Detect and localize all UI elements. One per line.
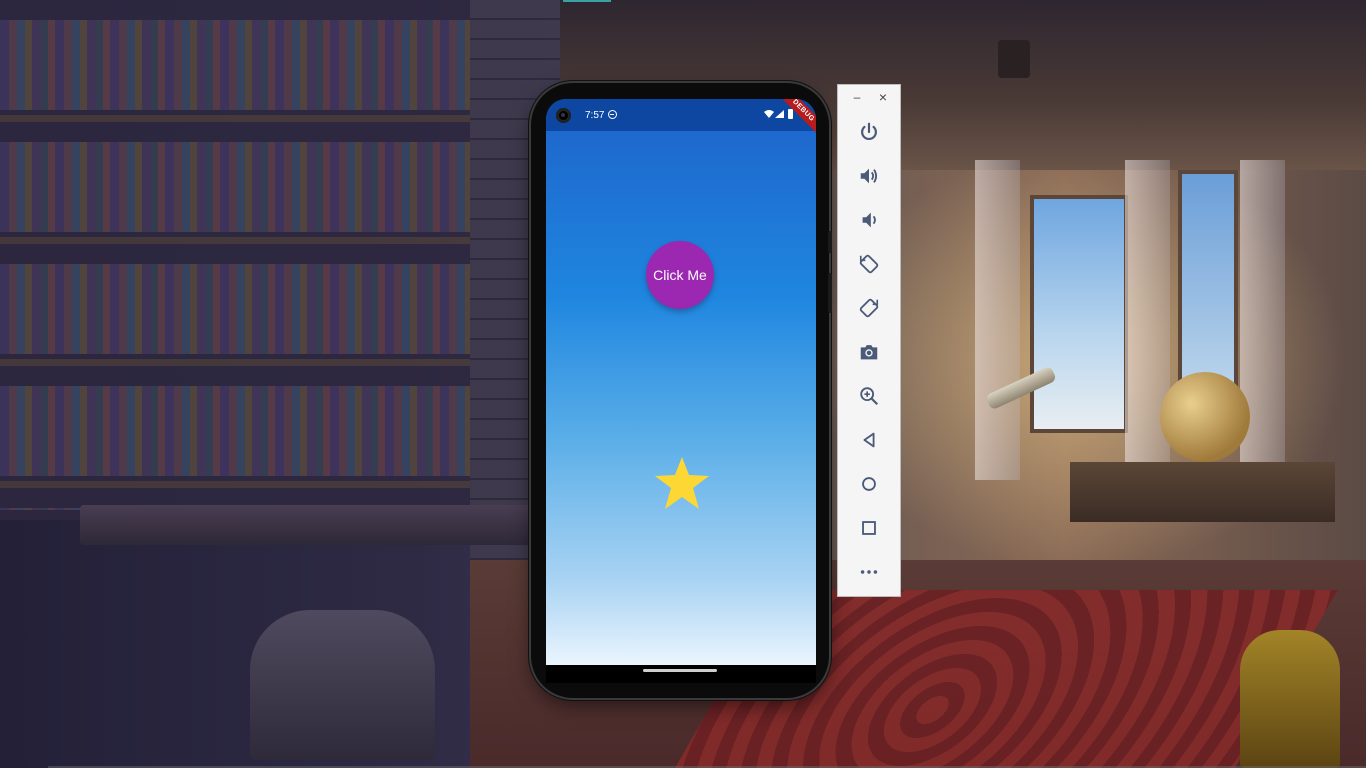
rotate-left-icon — [859, 254, 879, 274]
wallpaper-chest — [250, 610, 435, 760]
phone-side-button — [828, 273, 832, 313]
emulator-toolbar: – × — [837, 84, 901, 597]
signal-icon — [775, 110, 784, 118]
power-icon — [861, 122, 877, 141]
minimize-icon[interactable]: – — [851, 90, 863, 104]
data-saver-icon — [608, 110, 617, 119]
more-button[interactable] — [855, 558, 883, 586]
rotate-left-button[interactable] — [855, 250, 883, 278]
volume-down-button[interactable] — [855, 206, 883, 234]
front-camera — [556, 108, 571, 123]
status-bar: 7:57 DEBUG — [546, 99, 816, 138]
rotate-right-icon — [859, 298, 879, 318]
back-button[interactable] — [855, 426, 883, 454]
overview-icon — [862, 521, 876, 535]
volume-down-icon — [862, 212, 876, 228]
screenshot-button[interactable] — [855, 338, 883, 366]
debug-banner: DEBUG — [776, 99, 816, 138]
star-icon — [655, 457, 709, 509]
status-time: 7:57 — [585, 110, 605, 121]
taskbar-accent — [563, 0, 611, 2]
zoom-button[interactable] — [855, 382, 883, 410]
wallpaper-curtain — [975, 160, 1020, 480]
more-icon — [860, 570, 878, 574]
wallpaper-window — [1030, 195, 1128, 433]
wallpaper-books — [0, 0, 470, 510]
home-indicator[interactable] — [643, 669, 717, 672]
close-icon[interactable]: × — [876, 90, 890, 104]
battery-icon — [788, 109, 793, 119]
volume-up-button[interactable] — [855, 162, 883, 190]
phone-side-button — [828, 231, 832, 253]
power-button[interactable] — [855, 118, 883, 146]
wifi-icon — [764, 110, 774, 118]
back-icon — [863, 432, 875, 448]
wallpaper-desk — [1070, 462, 1335, 522]
camera-icon — [860, 345, 878, 360]
volume-up-icon — [860, 168, 878, 184]
wallpaper-desk — [80, 505, 550, 545]
wallpaper-treasure-chest — [1240, 630, 1340, 768]
emulator-phone: 7:57 DEBUG Click Me — [531, 83, 832, 698]
home-icon — [862, 477, 876, 491]
zoom-in-icon — [860, 387, 879, 406]
toolbar-window-controls: – × — [838, 85, 900, 111]
overview-button[interactable] — [855, 514, 883, 542]
wallpaper-lantern — [998, 40, 1030, 78]
phone-screen[interactable]: 7:57 DEBUG Click Me — [546, 99, 816, 665]
home-button[interactable] — [855, 470, 883, 498]
click-me-button[interactable]: Click Me — [646, 241, 714, 309]
navigation-bar — [546, 665, 816, 683]
wallpaper-globe — [1160, 372, 1250, 462]
rotate-right-button[interactable] — [855, 294, 883, 322]
